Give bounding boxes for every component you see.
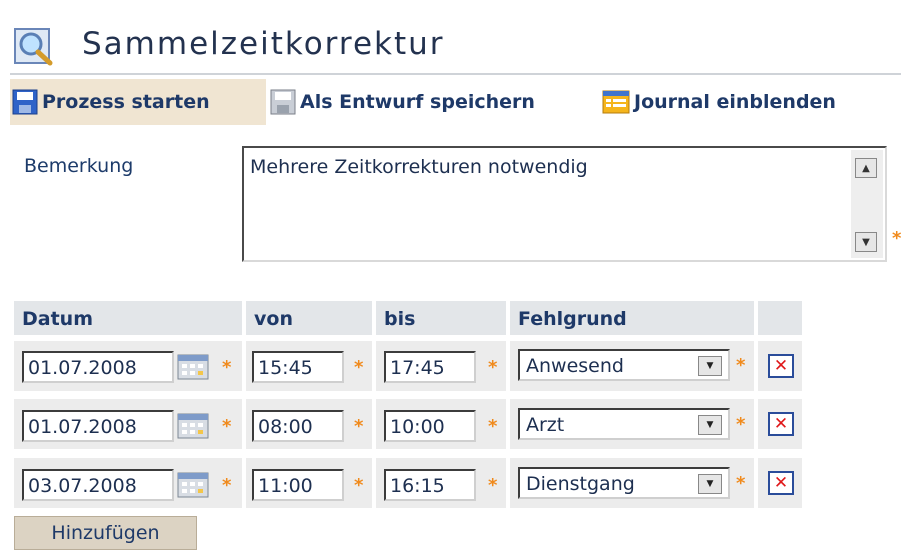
chevron-down-icon[interactable]: ▼ — [698, 415, 722, 435]
delete-row-button[interactable]: ✕ — [768, 471, 794, 495]
title-bar: Sammelzeitkorrektur — [10, 8, 901, 70]
journal-icon — [602, 90, 630, 114]
start-process-label: Prozess starten — [42, 91, 210, 113]
start-process-button[interactable]: Prozess starten — [10, 79, 266, 125]
reason-select-value: Arzt — [526, 414, 565, 436]
add-row-button[interactable]: Hinzufügen — [14, 516, 197, 550]
column-header-delete — [758, 301, 802, 335]
required-marker-icon: * — [222, 475, 232, 496]
required-marker-icon: * — [222, 416, 232, 437]
from-time-input[interactable]: 15:45 — [252, 351, 344, 383]
reason-select-value: Dienstgang — [526, 473, 635, 495]
delete-row-button[interactable]: ✕ — [768, 412, 794, 436]
remark-scrollbar[interactable]: ▲ ▼ — [851, 150, 883, 258]
to-time-input[interactable]: 17:45 — [384, 351, 476, 383]
reason-select[interactable]: Arzt ▼ — [518, 408, 730, 440]
magnifier-icon — [14, 28, 53, 66]
delete-row-button[interactable]: ✕ — [768, 354, 794, 378]
from-time-input[interactable]: 08:00 — [252, 410, 344, 442]
calendar-icon[interactable] — [177, 472, 209, 498]
required-marker-icon: * — [354, 357, 364, 378]
remark-textarea[interactable]: Mehrere Zeitkorrekturen notwendig ▲ ▼ — [242, 146, 887, 262]
calendar-icon[interactable] — [177, 354, 209, 380]
date-input[interactable]: 01.07.2008 — [22, 351, 174, 383]
required-marker-icon: * — [354, 475, 364, 496]
save-draft-button[interactable]: Als Entwurf speichern — [270, 79, 535, 125]
required-marker-icon: * — [736, 473, 746, 494]
chevron-down-icon[interactable]: ▼ — [698, 356, 722, 376]
calendar-icon[interactable] — [177, 413, 209, 439]
required-marker-icon: * — [488, 357, 498, 378]
required-marker-icon: * — [354, 416, 364, 437]
date-input[interactable]: 03.07.2008 — [22, 469, 174, 501]
show-journal-label: Journal einblenden — [634, 91, 836, 113]
required-marker-icon: * — [892, 228, 901, 249]
save-draft-label: Als Entwurf speichern — [300, 91, 535, 113]
date-input[interactable]: 01.07.2008 — [22, 410, 174, 442]
toolbar: Prozess starten Als Entwurf speichern Jo… — [10, 79, 901, 125]
reason-select-value: Anwesend — [526, 355, 624, 377]
remark-label: Bemerkung — [24, 155, 134, 177]
save-draft-icon — [270, 89, 296, 115]
chevron-down-icon[interactable]: ▼ — [698, 474, 722, 494]
from-time-input[interactable]: 11:00 — [252, 469, 344, 501]
required-marker-icon: * — [488, 475, 498, 496]
required-marker-icon: * — [222, 357, 232, 378]
scroll-down-icon[interactable]: ▼ — [855, 232, 877, 252]
remark-text: Mehrere Zeitkorrekturen notwendig — [250, 156, 588, 178]
to-time-input[interactable]: 10:00 — [384, 410, 476, 442]
reason-select[interactable]: Dienstgang ▼ — [518, 467, 730, 499]
show-journal-button[interactable]: Journal einblenden — [602, 79, 836, 125]
to-time-input[interactable]: 16:15 — [384, 469, 476, 501]
reason-select[interactable]: Anwesend ▼ — [518, 349, 730, 381]
page-title: Sammelzeitkorrektur — [82, 26, 445, 62]
required-marker-icon: * — [736, 355, 746, 376]
required-marker-icon: * — [488, 416, 498, 437]
column-header-date: Datum — [14, 301, 242, 335]
save-icon — [12, 89, 38, 115]
column-header-from: von — [246, 301, 372, 335]
title-divider — [10, 73, 901, 75]
column-header-reason: Fehlgrund — [510, 301, 754, 335]
required-marker-icon: * — [736, 414, 746, 435]
scroll-up-icon[interactable]: ▲ — [855, 158, 877, 178]
column-header-to: bis — [376, 301, 506, 335]
